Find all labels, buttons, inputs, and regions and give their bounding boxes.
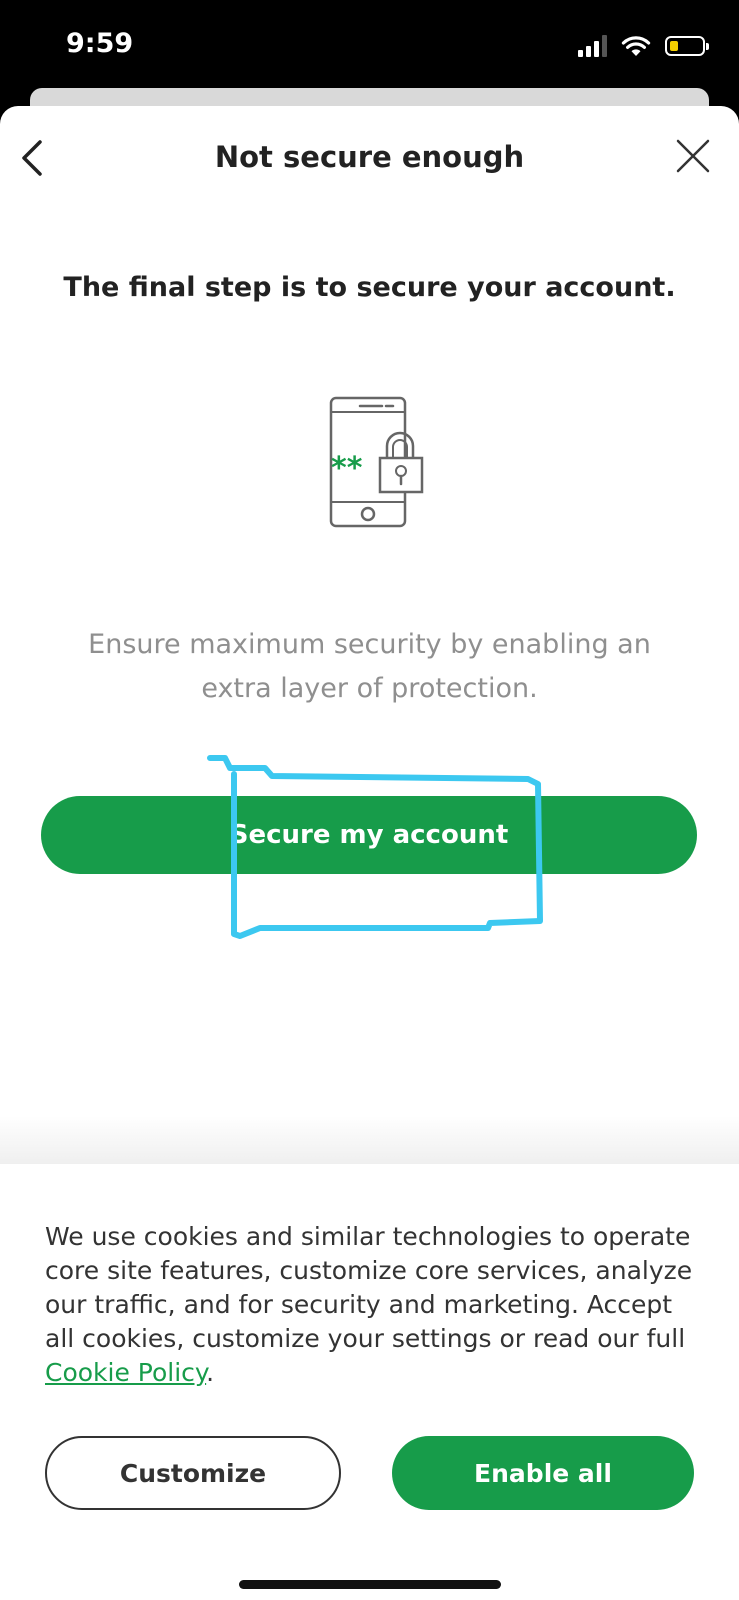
battery-low-icon <box>665 36 709 56</box>
customize-button[interactable]: Customize <box>45 1436 341 1510</box>
phone-lock-icon: ** <box>329 396 424 528</box>
cellular-signal-icon <box>578 35 607 57</box>
headline: The final step is to secure your account… <box>63 272 676 303</box>
cookie-message: We use cookies and similar technologies … <box>45 1222 693 1353</box>
cookie-policy-link[interactable]: Cookie Policy <box>45 1358 206 1387</box>
description-text: Ensure maximum security by enabling an e… <box>88 629 651 704</box>
status-bar: 9:59 <box>0 0 739 90</box>
modal-header: Not secure enough <box>0 106 739 211</box>
wifi-icon <box>621 36 651 56</box>
modal-sheet: Not secure enough The final step is to s… <box>0 106 739 1600</box>
secure-my-account-button[interactable]: Secure my account <box>41 796 697 874</box>
cookie-message-end: . <box>206 1358 215 1387</box>
close-button[interactable] <box>671 134 715 178</box>
home-indicator[interactable] <box>239 1580 501 1589</box>
page-title: Not secure enough <box>214 140 525 174</box>
enable-all-button[interactable]: Enable all <box>392 1436 694 1510</box>
cookie-banner-shadow <box>0 1116 739 1164</box>
illustration-asterisks: ** <box>331 451 363 486</box>
cookie-text: We use cookies and similar technologies … <box>45 1220 699 1390</box>
status-icons <box>578 33 709 59</box>
cookie-banner: We use cookies and similar technologies … <box>0 1164 739 1600</box>
status-time: 9:59 <box>66 28 134 59</box>
close-icon <box>676 139 710 173</box>
